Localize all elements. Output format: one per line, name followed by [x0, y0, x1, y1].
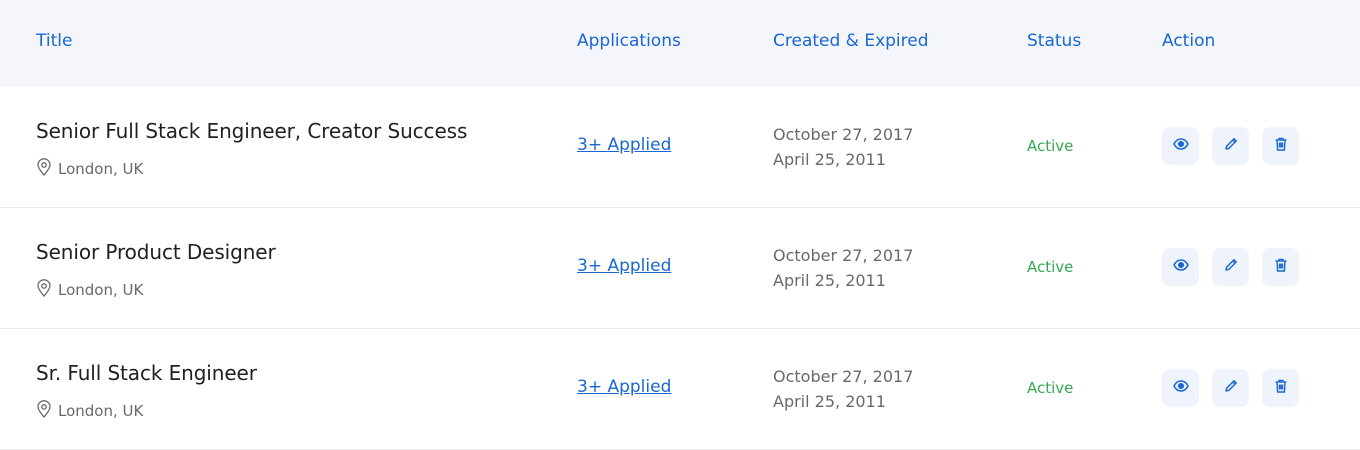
- job-cell: Sr. Full Stack Engineer London, UK: [36, 361, 257, 422]
- eye-icon: [1172, 378, 1189, 398]
- delete-button[interactable]: [1262, 369, 1299, 407]
- header-action: Action: [1162, 31, 1216, 51]
- job-location: London, UK: [36, 279, 276, 301]
- status-badge: Active: [1027, 258, 1074, 276]
- jobs-table: Title Applications Created & Expired Sta…: [0, 0, 1360, 450]
- job-cell: Senior Product Designer London, UK: [36, 240, 276, 301]
- header-title: Title: [36, 31, 73, 51]
- action-cell: [1162, 248, 1299, 286]
- view-button[interactable]: [1162, 369, 1199, 407]
- edit-button[interactable]: [1212, 127, 1249, 165]
- table-row: Senior Full Stack Engineer, Creator Succ…: [0, 87, 1360, 208]
- job-title: Senior Product Designer: [36, 240, 276, 264]
- view-button[interactable]: [1162, 248, 1199, 286]
- action-cell: [1162, 369, 1299, 407]
- pencil-icon: [1223, 257, 1239, 277]
- eye-icon: [1172, 257, 1189, 277]
- trash-icon: [1273, 136, 1289, 156]
- location-label: London, UK: [58, 402, 144, 420]
- edit-button[interactable]: [1212, 369, 1249, 407]
- eye-icon: [1172, 136, 1189, 156]
- job-title: Senior Full Stack Engineer, Creator Succ…: [36, 119, 468, 143]
- map-pin-icon: [36, 400, 52, 422]
- job-location: London, UK: [36, 400, 257, 422]
- status-badge: Active: [1027, 137, 1074, 155]
- expired-date: April 25, 2011: [773, 271, 886, 290]
- applied-link[interactable]: 3+ Applied: [577, 256, 671, 276]
- map-pin-icon: [36, 279, 52, 301]
- trash-icon: [1273, 257, 1289, 277]
- location-label: London, UK: [58, 281, 144, 299]
- trash-icon: [1273, 378, 1289, 398]
- applications-cell: 3+ Applied: [577, 256, 671, 276]
- dates-cell: October 27, 2017 April 25, 2011: [773, 364, 913, 414]
- view-button[interactable]: [1162, 127, 1199, 165]
- applied-link[interactable]: 3+ Applied: [577, 135, 671, 155]
- delete-button[interactable]: [1262, 248, 1299, 286]
- header-created-expired: Created & Expired: [773, 31, 929, 51]
- created-date: October 27, 2017: [773, 125, 914, 144]
- applications-cell: 3+ Applied: [577, 135, 671, 155]
- location-label: London, UK: [58, 160, 144, 178]
- created-date: October 27, 2017: [773, 367, 914, 386]
- delete-button[interactable]: [1262, 127, 1299, 165]
- header-status: Status: [1027, 31, 1082, 51]
- job-cell: Senior Full Stack Engineer, Creator Succ…: [36, 119, 467, 180]
- expired-date: April 25, 2011: [773, 392, 886, 411]
- status-badge: Active: [1027, 379, 1074, 397]
- job-title: Sr. Full Stack Engineer: [36, 361, 257, 385]
- header-applications: Applications: [577, 31, 681, 51]
- pencil-icon: [1223, 136, 1239, 156]
- edit-button[interactable]: [1212, 248, 1249, 286]
- job-location: London, UK: [36, 158, 467, 180]
- table-row: Senior Product Designer London, UK 3+ Ap…: [0, 208, 1360, 329]
- dates-cell: October 27, 2017 April 25, 2011: [773, 122, 913, 172]
- applications-cell: 3+ Applied: [577, 377, 671, 397]
- action-cell: [1162, 127, 1299, 165]
- applied-link[interactable]: 3+ Applied: [577, 377, 671, 397]
- created-date: October 27, 2017: [773, 246, 914, 265]
- map-pin-icon: [36, 158, 52, 180]
- pencil-icon: [1223, 378, 1239, 398]
- dates-cell: October 27, 2017 April 25, 2011: [773, 243, 913, 293]
- table-header: Title Applications Created & Expired Sta…: [0, 0, 1360, 87]
- table-row: Sr. Full Stack Engineer London, UK 3+ Ap…: [0, 329, 1360, 450]
- expired-date: April 25, 2011: [773, 150, 886, 169]
